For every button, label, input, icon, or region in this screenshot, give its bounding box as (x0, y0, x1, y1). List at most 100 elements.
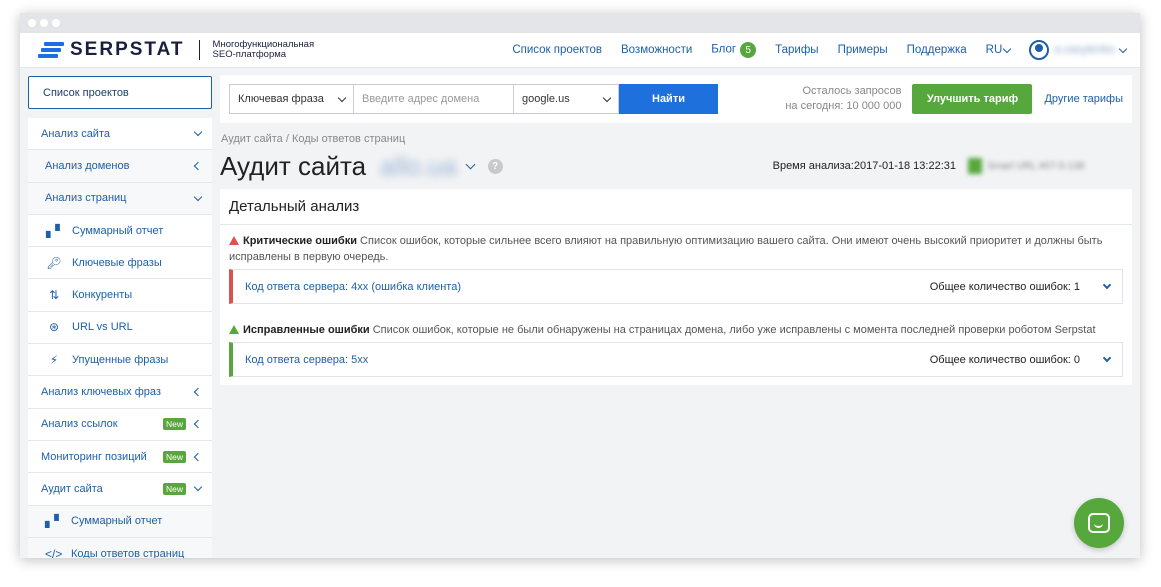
sidebar-item-site-analysis[interactable]: Анализ сайта (28, 118, 212, 151)
chevron-down-icon (193, 483, 203, 492)
sidebar-item-label: Конкуренты (72, 289, 133, 302)
nav-blog-label: Блог (711, 43, 737, 56)
compare-icon: ⊛ (48, 320, 60, 335)
new-badge: New (162, 418, 186, 431)
chevron-down-icon (1118, 44, 1128, 53)
critical-errors-text: Список ошибок, которые сильнее всего вли… (229, 235, 1103, 263)
sidebar-item-competitors[interactable]: ⇅ Конкуренты (28, 279, 212, 312)
critical-errors-description: Критические ошибки Список ошибок, которы… (220, 225, 1132, 269)
key-icon: 🔑︎ (46, 255, 62, 270)
language-label: RU (985, 44, 1003, 56)
sidebar-item-label: Анализ доменов (45, 159, 130, 172)
sidebar-item-keyword-analysis[interactable]: Анализ ключевых фраз (28, 376, 212, 409)
search-engine-value: google.us (522, 93, 570, 105)
logo[interactable]: SERPSTAT Многофункциональная SEO-платфор… (38, 39, 314, 61)
error-row-label[interactable]: Код ответа сервера: 4xx (ошибка клиента) (233, 281, 930, 293)
nav-projects-link[interactable]: Список проектов (512, 44, 602, 56)
window-dot-icon[interactable] (52, 19, 60, 27)
nav-examples-link[interactable]: Примеры (838, 44, 888, 56)
sort-arrows-icon: ⇅ (48, 288, 60, 303)
user-menu[interactable]: a.vasylenko (1029, 40, 1128, 60)
sidebar-item-label: Упущенные фразы (72, 353, 169, 366)
sidebar-item-site-audit[interactable]: Аудит сайта New (28, 473, 212, 506)
sidebar-item-label: Анализ ссылок (41, 418, 118, 431)
chevron-down-icon (337, 93, 347, 102)
window-dot-icon[interactable] (28, 19, 36, 27)
bar-chart-icon: ▖▘ (45, 514, 64, 529)
page-title: Аудит сайта (220, 150, 367, 181)
sidebar-item-label: Анализ ключевых фраз (41, 386, 161, 399)
sidebar-item-label: URL vs URL (72, 321, 133, 334)
nav-pricing-link[interactable]: Тарифы (775, 44, 818, 56)
sidebar-item-label: Суммарный отчет (71, 515, 163, 528)
other-plans-link[interactable]: Другие тарифы (1044, 93, 1123, 105)
sidebar-item-label: Суммарный отчет (72, 224, 164, 237)
sidebar-item-label: Ключевые фразы (72, 256, 162, 269)
sidebar-item-url-vs-url[interactable]: ⊛ URL vs URL (28, 311, 212, 345)
user-name: a.vasylenko (1054, 44, 1115, 56)
new-badge: New (162, 482, 186, 495)
project-domain[interactable]: allo.ua (380, 151, 457, 182)
sidebar-item-domain-analysis[interactable]: Анализ доменов (28, 150, 212, 183)
chevron-down-icon[interactable] (465, 159, 476, 170)
chevron-left-icon (193, 420, 203, 429)
nav-support-link[interactable]: Поддержка (907, 44, 967, 56)
title-row: Аудит сайта allo.ua ? Время анализа:2017… (220, 149, 1132, 183)
warning-icon (229, 236, 239, 245)
nav-blog-link[interactable]: Блог 5 (711, 42, 757, 58)
nav-features-link[interactable]: Возможности (621, 44, 692, 56)
detailed-analysis-panel: Детальный анализ Критические ошибки Спис… (220, 189, 1132, 385)
sidebar-item-link-analysis[interactable]: Анализ ссылок New (28, 408, 212, 441)
error-row-count: Общее количество ошибок: 0 (929, 353, 1080, 366)
sidebar-item-audit-summary[interactable]: ▖▘ Суммарный отчет (28, 505, 212, 538)
help-icon[interactable]: ? (487, 158, 503, 174)
breadcrumb[interactable]: Аудит сайта / Коды ответов страниц (221, 133, 1132, 145)
user-agent-info: Smart URL #07-5-138 (968, 158, 1132, 174)
sidebar-item-label: Коды ответов страниц (71, 547, 185, 559)
brand-tagline: Многофункциональная SEO-платформа (213, 40, 315, 60)
sidebar-item-page-analysis[interactable]: Анализ страниц (28, 182, 212, 215)
chevron-down-icon (193, 192, 203, 201)
error-row-5xx[interactable]: Код ответа сервера: 5xx Общее количество… (229, 342, 1123, 377)
window-titlebar (20, 13, 1140, 33)
sidebar-item-summary-report[interactable]: ▖▘ Суммарный отчет (28, 214, 212, 248)
chevron-down-icon[interactable] (1102, 280, 1112, 290)
chevron-down-icon[interactable] (1102, 353, 1112, 363)
search-engine-select[interactable]: google.us (513, 84, 619, 114)
error-row-4xx[interactable]: Код ответа сервера: 4xx (ошибка клиента)… (229, 269, 1123, 304)
analysis-time: Время анализа:2017-01-18 13:22:31 (772, 160, 956, 172)
chevron-left-icon (193, 452, 203, 461)
page-body: Список проектов Анализ сайта Анализ доме… (20, 69, 1140, 558)
chat-widget-button[interactable] (1074, 498, 1124, 548)
project-list-button[interactable]: Список проектов (28, 76, 212, 109)
window-dot-icon[interactable] (40, 19, 48, 27)
browser-window: SERPSTAT Многофункциональная SEO-платфор… (20, 13, 1140, 558)
find-button[interactable]: Найти (619, 84, 718, 114)
sidebar-item-rank-tracking[interactable]: Мониторинг позиций New (28, 440, 212, 474)
user-agent-label: Smart URL #07-5-138 (987, 160, 1085, 172)
sidebar-menu: Анализ сайта Анализ доменов Анализ стран… (28, 118, 212, 558)
chevron-down-icon (1003, 44, 1012, 53)
sidebar: Список проектов Анализ сайта Анализ доме… (20, 69, 213, 558)
error-row-label[interactable]: Код ответа сервера: 5xx (233, 354, 930, 366)
main-content: Ключевая фраза google.us Найти Осталось … (213, 69, 1140, 558)
search-bar: Ключевая фраза google.us Найти Осталось … (220, 75, 1132, 123)
search-type-select[interactable]: Ключевая фраза (229, 84, 354, 114)
language-selector[interactable]: RU (985, 44, 1012, 56)
tagline-line-2: SEO-платформа (212, 49, 287, 60)
panel-title: Детальный анализ (220, 189, 1132, 225)
blog-count-badge: 5 (740, 42, 757, 58)
code-icon: </> (45, 546, 63, 559)
upgrade-plan-button[interactable]: Улучшить тариф (912, 84, 1033, 114)
sidebar-item-label: Анализ страниц (45, 192, 127, 205)
error-row-count: Общее количество ошибок: 1 (929, 280, 1080, 293)
sidebar-item-missed-keywords[interactable]: ⚡︎ Упущенные фразы (28, 344, 212, 377)
sidebar-item-label: Мониторинг позиций (41, 450, 147, 463)
sidebar-item-response-codes[interactable]: </> Коды ответов страниц (28, 537, 212, 559)
domain-input[interactable] (354, 84, 513, 114)
sidebar-item-keywords[interactable]: 🔑︎ Ключевые фразы (28, 247, 212, 280)
new-badge: New (162, 450, 186, 463)
chat-icon (1088, 513, 1110, 533)
user-avatar-icon (1029, 40, 1050, 60)
running-icon: ⚡︎ (49, 352, 59, 367)
